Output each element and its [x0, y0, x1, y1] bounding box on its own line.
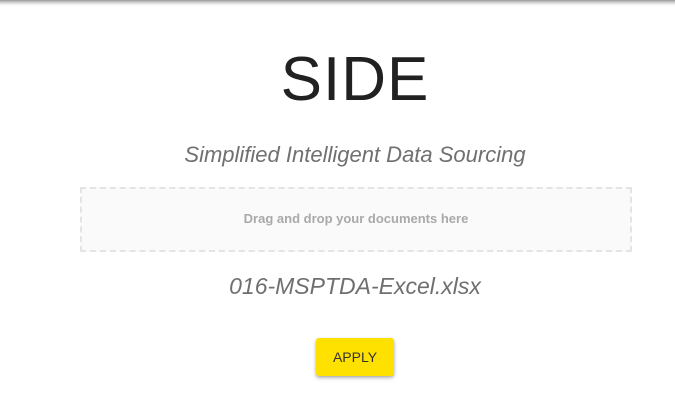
app-subtitle: Simplified Intelligent Data Sourcing	[184, 142, 526, 167]
page: SIDE Simplified Intelligent Data Sourcin…	[0, 0, 675, 417]
file-dropzone[interactable]: Drag and drop your documents here	[80, 187, 632, 252]
app-title: SIDE	[280, 45, 430, 114]
selected-file-name: 016-MSPTDA-Excel.xlsx	[229, 273, 481, 299]
apply-button[interactable]: APPLY	[316, 338, 394, 376]
top-shadow	[0, 0, 675, 6]
dropzone-label: Drag and drop your documents here	[243, 211, 469, 226]
